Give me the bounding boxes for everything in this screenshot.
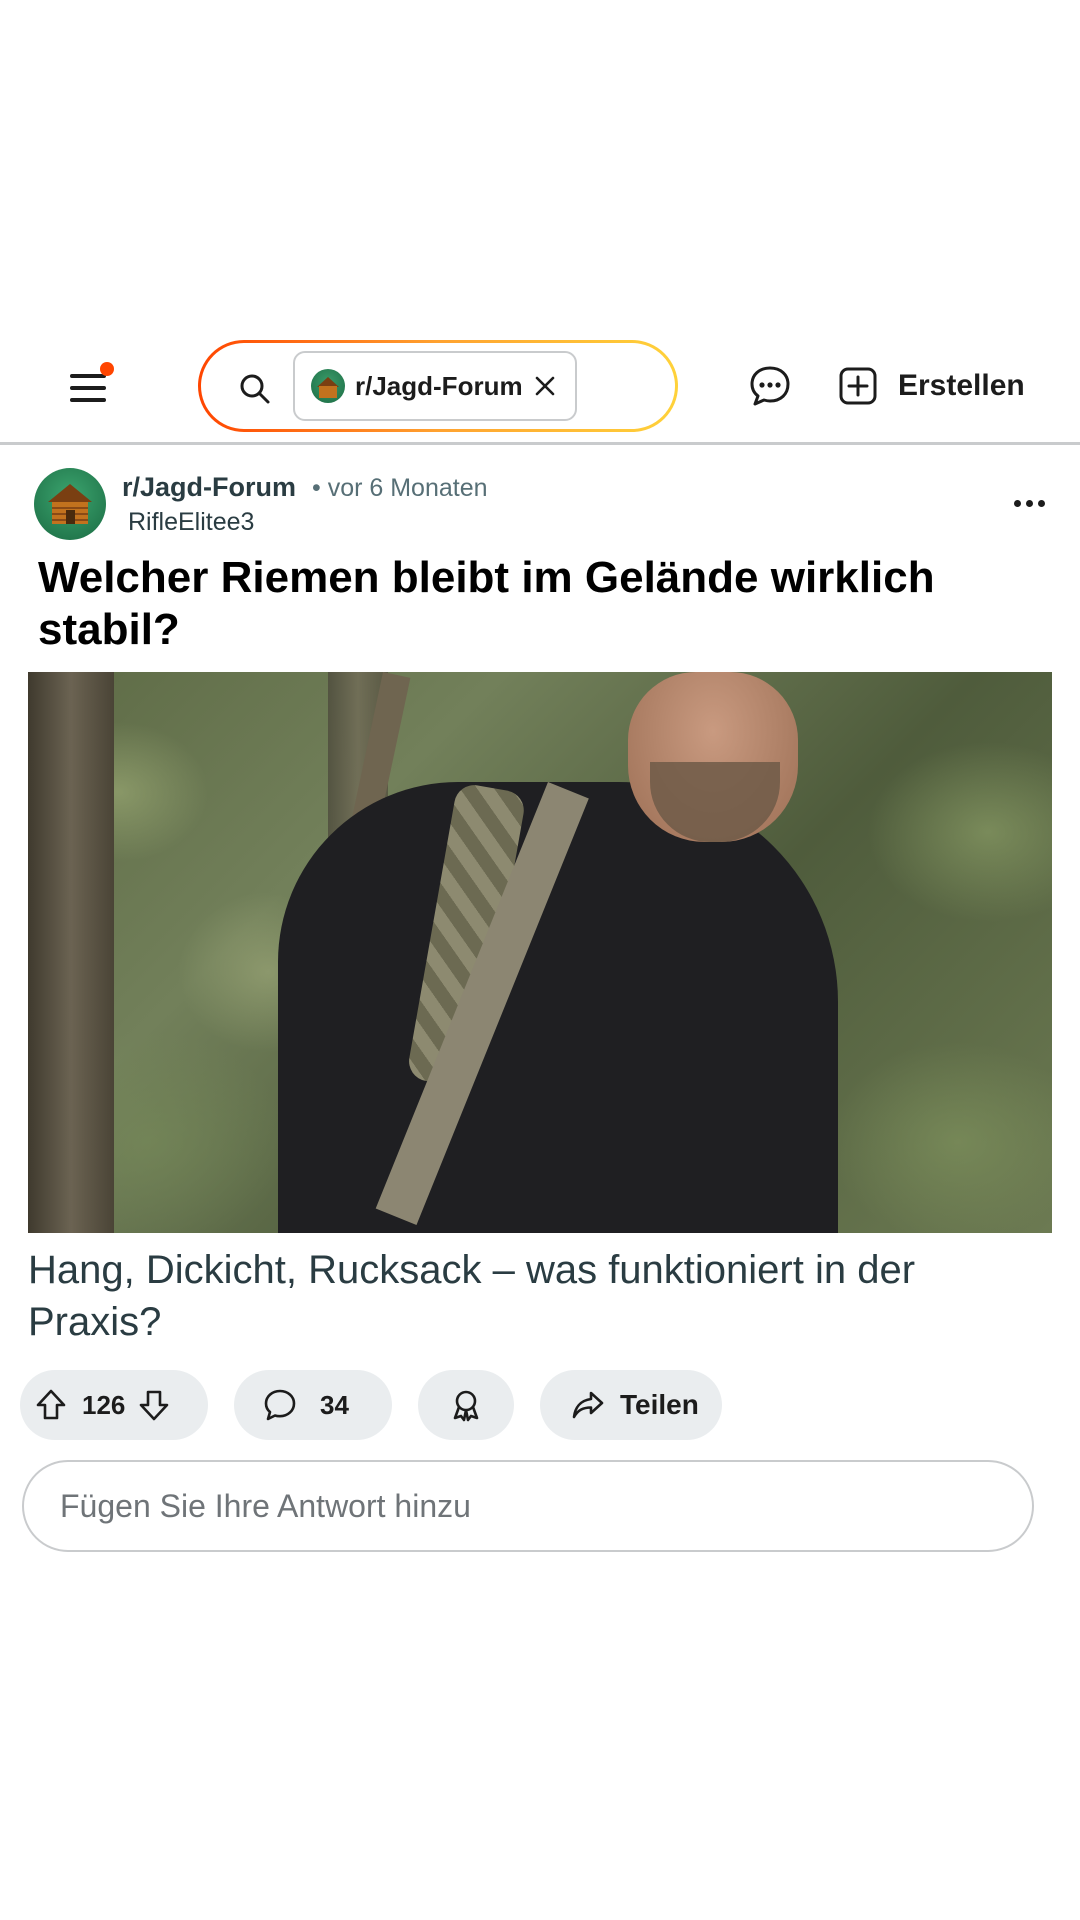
more-options-button[interactable] <box>1012 496 1048 512</box>
create-button[interactable]: Erstellen <box>838 354 1038 418</box>
vote-count: 126 <box>82 1389 126 1420</box>
menu-icon <box>70 374 106 378</box>
share-label: Teilen <box>620 1389 699 1420</box>
chat-icon[interactable] <box>746 362 794 410</box>
top-header: r/Jagd-Forum Erstellen <box>0 330 1080 445</box>
menu-icon-bar <box>70 398 106 402</box>
search-bar[interactable]: r/Jagd-Forum <box>198 340 678 432</box>
post-author[interactable]: RifleElitee3 <box>128 508 254 537</box>
subreddit-avatar[interactable] <box>34 468 106 540</box>
plus-square-icon <box>839 367 877 405</box>
subreddit-name[interactable]: r/Jagd-Forum <box>122 472 296 503</box>
comment-icon <box>264 1389 296 1421</box>
subreddit-filter-chip[interactable]: r/Jagd-Forum <box>293 351 577 421</box>
upvote-icon[interactable] <box>34 1388 68 1422</box>
menu-icon-bar <box>70 386 106 390</box>
downvote-icon[interactable] <box>137 1388 171 1422</box>
menu-button[interactable] <box>62 360 118 416</box>
comments-button[interactable]: 34 <box>234 1370 392 1440</box>
reply-input[interactable] <box>22 1460 1034 1552</box>
subreddit-avatar <box>311 369 345 403</box>
close-icon[interactable] <box>533 374 557 398</box>
cabin-icon <box>48 484 92 524</box>
more-dot <box>1026 500 1033 507</box>
chip-label: r/Jagd-Forum <box>355 370 523 401</box>
post-timestamp: • vor 6 Monaten <box>312 474 488 502</box>
image-tree-trunk <box>28 672 114 1233</box>
share-button[interactable]: Teilen <box>540 1370 722 1440</box>
award-button[interactable] <box>418 1370 514 1440</box>
comment-count: 34 <box>320 1389 349 1420</box>
award-icon <box>453 1390 479 1422</box>
search-icon <box>240 374 270 404</box>
more-horizontal-icon <box>1014 500 1021 507</box>
share-icon <box>572 1391 604 1419</box>
more-dot <box>1038 500 1045 507</box>
post-body: Hang, Dickicht, Rucksack – was funktioni… <box>28 1248 916 1344</box>
notification-dot <box>100 362 114 376</box>
post-image[interactable] <box>28 672 1052 1233</box>
vote-bar: 126 <box>20 1370 208 1440</box>
post-title[interactable]: Welcher Riemen bleibt im Gelände wirklic… <box>38 552 1058 656</box>
page: r/Jagd-Forum Erstellen r/Jagd-Forum • vo… <box>0 0 1080 1920</box>
create-label: Erstellen <box>898 369 1025 402</box>
